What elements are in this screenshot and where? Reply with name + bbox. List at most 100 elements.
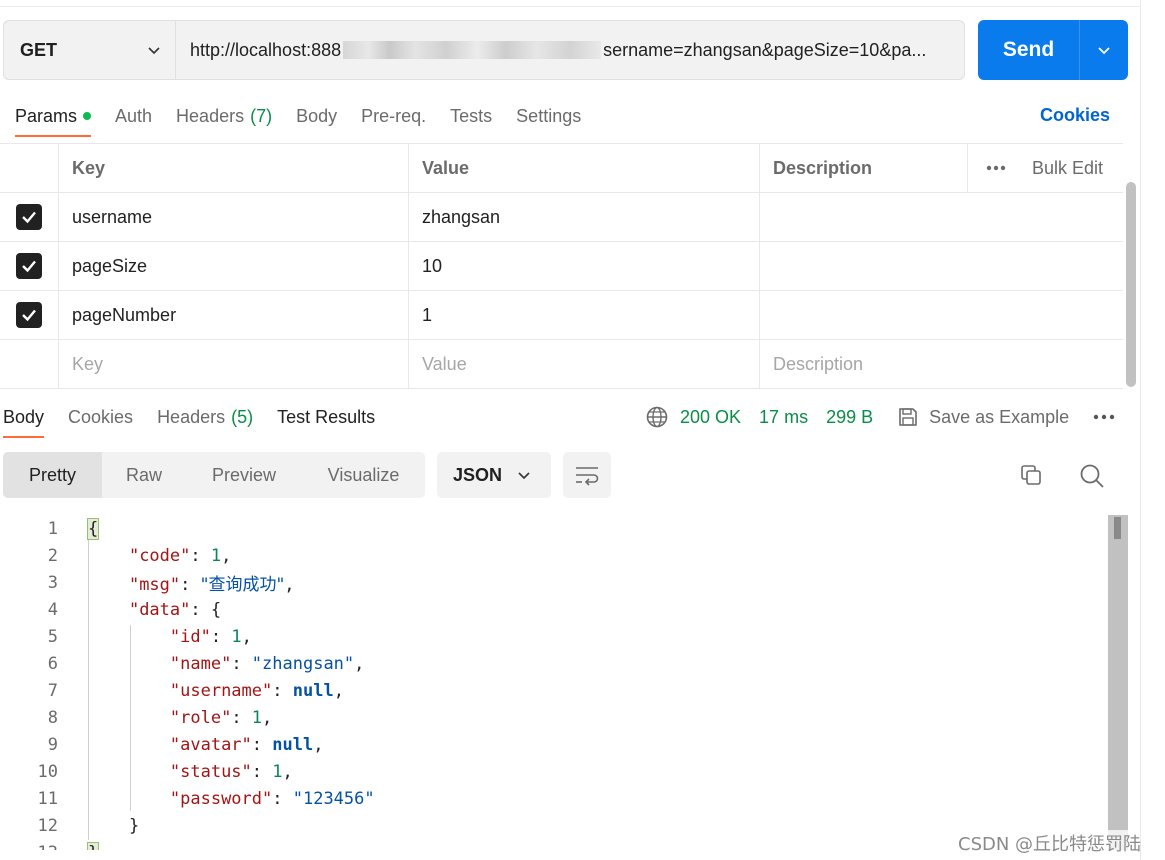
json-key: "password" [169, 788, 273, 809]
chevron-down-icon [518, 472, 530, 480]
more-options-icon[interactable] [986, 165, 1006, 171]
row-checkbox-cell [0, 340, 59, 388]
wrap-lines-button[interactable] [563, 452, 611, 498]
tab-response-headers[interactable]: Headers (5) [157, 404, 253, 430]
code-line: 5 "id": 1, [0, 623, 1105, 650]
view-pretty[interactable]: Pretty [3, 452, 102, 498]
status-code[interactable]: 200 OK [680, 407, 741, 428]
request-tabs: Params Auth Headers (7) Body Pre-req. Tes… [15, 98, 605, 138]
new-key-input[interactable]: Key [59, 340, 409, 388]
line-number: 8 [47, 707, 58, 728]
line-number: 1 [47, 518, 58, 539]
bulk-edit-button[interactable]: Bulk Edit [1032, 158, 1103, 179]
json-number: 1 [231, 626, 242, 647]
globe-icon[interactable] [645, 405, 669, 429]
response-status-bar: 200 OK 17 ms 299 B Save as Example [645, 404, 1115, 430]
url-start: http://localhost:888 [190, 39, 342, 60]
code-line: 6 "name": "zhangsan", [0, 650, 1105, 677]
tab-body-label: Body [296, 105, 338, 126]
tab-response-body-label: Body [3, 406, 45, 427]
table-row: pageSize 10 [0, 242, 1123, 291]
view-visualize[interactable]: Visualize [302, 452, 425, 498]
editor-scrollbar-thumb[interactable] [1108, 515, 1128, 830]
param-description[interactable] [760, 291, 1123, 339]
url-end: sername=zhangsan&pageSize=10&pa... [603, 39, 927, 60]
cookies-link[interactable]: Cookies [1040, 105, 1110, 126]
tab-response-headers-count: (5) [231, 406, 254, 427]
send-options-button[interactable] [1080, 20, 1128, 80]
param-key[interactable]: username [59, 193, 409, 241]
send-button[interactable]: Send [978, 20, 1080, 80]
tab-auth[interactable]: Auth [115, 98, 152, 134]
response-size[interactable]: 299 B [826, 407, 873, 428]
params-scrollbar[interactable] [1126, 182, 1136, 387]
line-number: 2 [47, 545, 58, 566]
row-checkbox-cell [0, 242, 59, 290]
header-checkbox-cell [0, 144, 59, 192]
tab-tests[interactable]: Tests [450, 98, 492, 134]
param-key[interactable]: pageNumber [59, 291, 409, 339]
tab-tests-label: Tests [450, 105, 493, 126]
params-table: Key Value Description Bulk Edit username… [0, 143, 1123, 389]
editor-scroll-marker [1114, 517, 1121, 539]
view-preview[interactable]: Preview [186, 452, 302, 498]
search-icon[interactable] [1078, 462, 1106, 490]
format-label: JSON [453, 464, 503, 485]
tab-response-cookies[interactable]: Cookies [68, 404, 133, 430]
param-description[interactable] [760, 242, 1123, 290]
json-key: "name" [169, 653, 232, 674]
code-line: 13} [0, 839, 1105, 850]
more-options-icon[interactable] [1093, 414, 1115, 420]
new-description-input[interactable]: Description [760, 340, 1123, 388]
param-checkbox[interactable] [16, 302, 42, 328]
params-active-dot [83, 112, 92, 120]
param-value[interactable]: 10 [409, 242, 760, 290]
tab-params[interactable]: Params [15, 98, 92, 137]
view-raw[interactable]: Raw [102, 452, 186, 498]
param-checkbox[interactable] [16, 253, 42, 279]
tab-test-results-label: Test Results [277, 406, 376, 427]
save-icon[interactable] [897, 406, 919, 428]
response-body-editor[interactable]: 1{ 2 "code": 1, 3 "msg": "查询成功", 4 "data… [0, 515, 1105, 850]
row-checkbox-cell [0, 193, 59, 241]
panel-divider [1140, 0, 1141, 860]
json-string: "123456" [292, 788, 375, 809]
param-description[interactable] [760, 193, 1123, 241]
new-value-input[interactable]: Value [409, 340, 760, 388]
tab-headers[interactable]: Headers (7) [176, 98, 272, 134]
code-line: 9 "avatar": null, [0, 731, 1105, 758]
json-number: 1 [272, 761, 283, 782]
tab-headers-label: Headers [176, 105, 245, 126]
param-key[interactable]: pageSize [59, 242, 409, 290]
response-time[interactable]: 17 ms [759, 407, 808, 428]
url-input[interactable]: http://localhost:888 sername=zhangsan&pa… [175, 20, 965, 80]
format-select[interactable]: JSON [437, 452, 551, 498]
tab-test-results[interactable]: Test Results [277, 404, 375, 430]
header-key: Key [59, 144, 409, 192]
json-key: "msg" [128, 575, 181, 595]
code-line: 7 "username": null, [0, 677, 1105, 704]
json-key: "data" [128, 599, 191, 620]
code-line: 2 "code": 1, [0, 542, 1105, 569]
json-number: 1 [251, 707, 263, 728]
tab-response-body[interactable]: Body [3, 404, 45, 438]
code-line: 3 "msg": "查询成功", [0, 569, 1105, 596]
copy-icon[interactable] [1018, 462, 1044, 488]
param-checkbox[interactable] [16, 204, 42, 230]
param-value[interactable]: 1 [409, 291, 760, 339]
tab-body[interactable]: Body [296, 98, 337, 134]
save-as-example-button[interactable]: Save as Example [929, 407, 1069, 428]
line-number: 9 [47, 734, 58, 755]
tab-pre-request[interactable]: Pre-req. [361, 98, 426, 134]
tab-settings[interactable]: Settings [516, 98, 581, 134]
code-line: 1{ [0, 515, 1105, 542]
json-key: "code" [128, 545, 191, 566]
line-number: 4 [47, 599, 58, 620]
code-line: 8 "role": 1, [0, 704, 1105, 731]
json-string: "查询成功" [200, 575, 285, 595]
tab-auth-label: Auth [115, 105, 153, 126]
param-value[interactable]: zhangsan [409, 193, 760, 241]
method-select[interactable]: GET [3, 20, 175, 80]
indent-guide [130, 625, 131, 811]
line-number: 6 [47, 653, 58, 674]
